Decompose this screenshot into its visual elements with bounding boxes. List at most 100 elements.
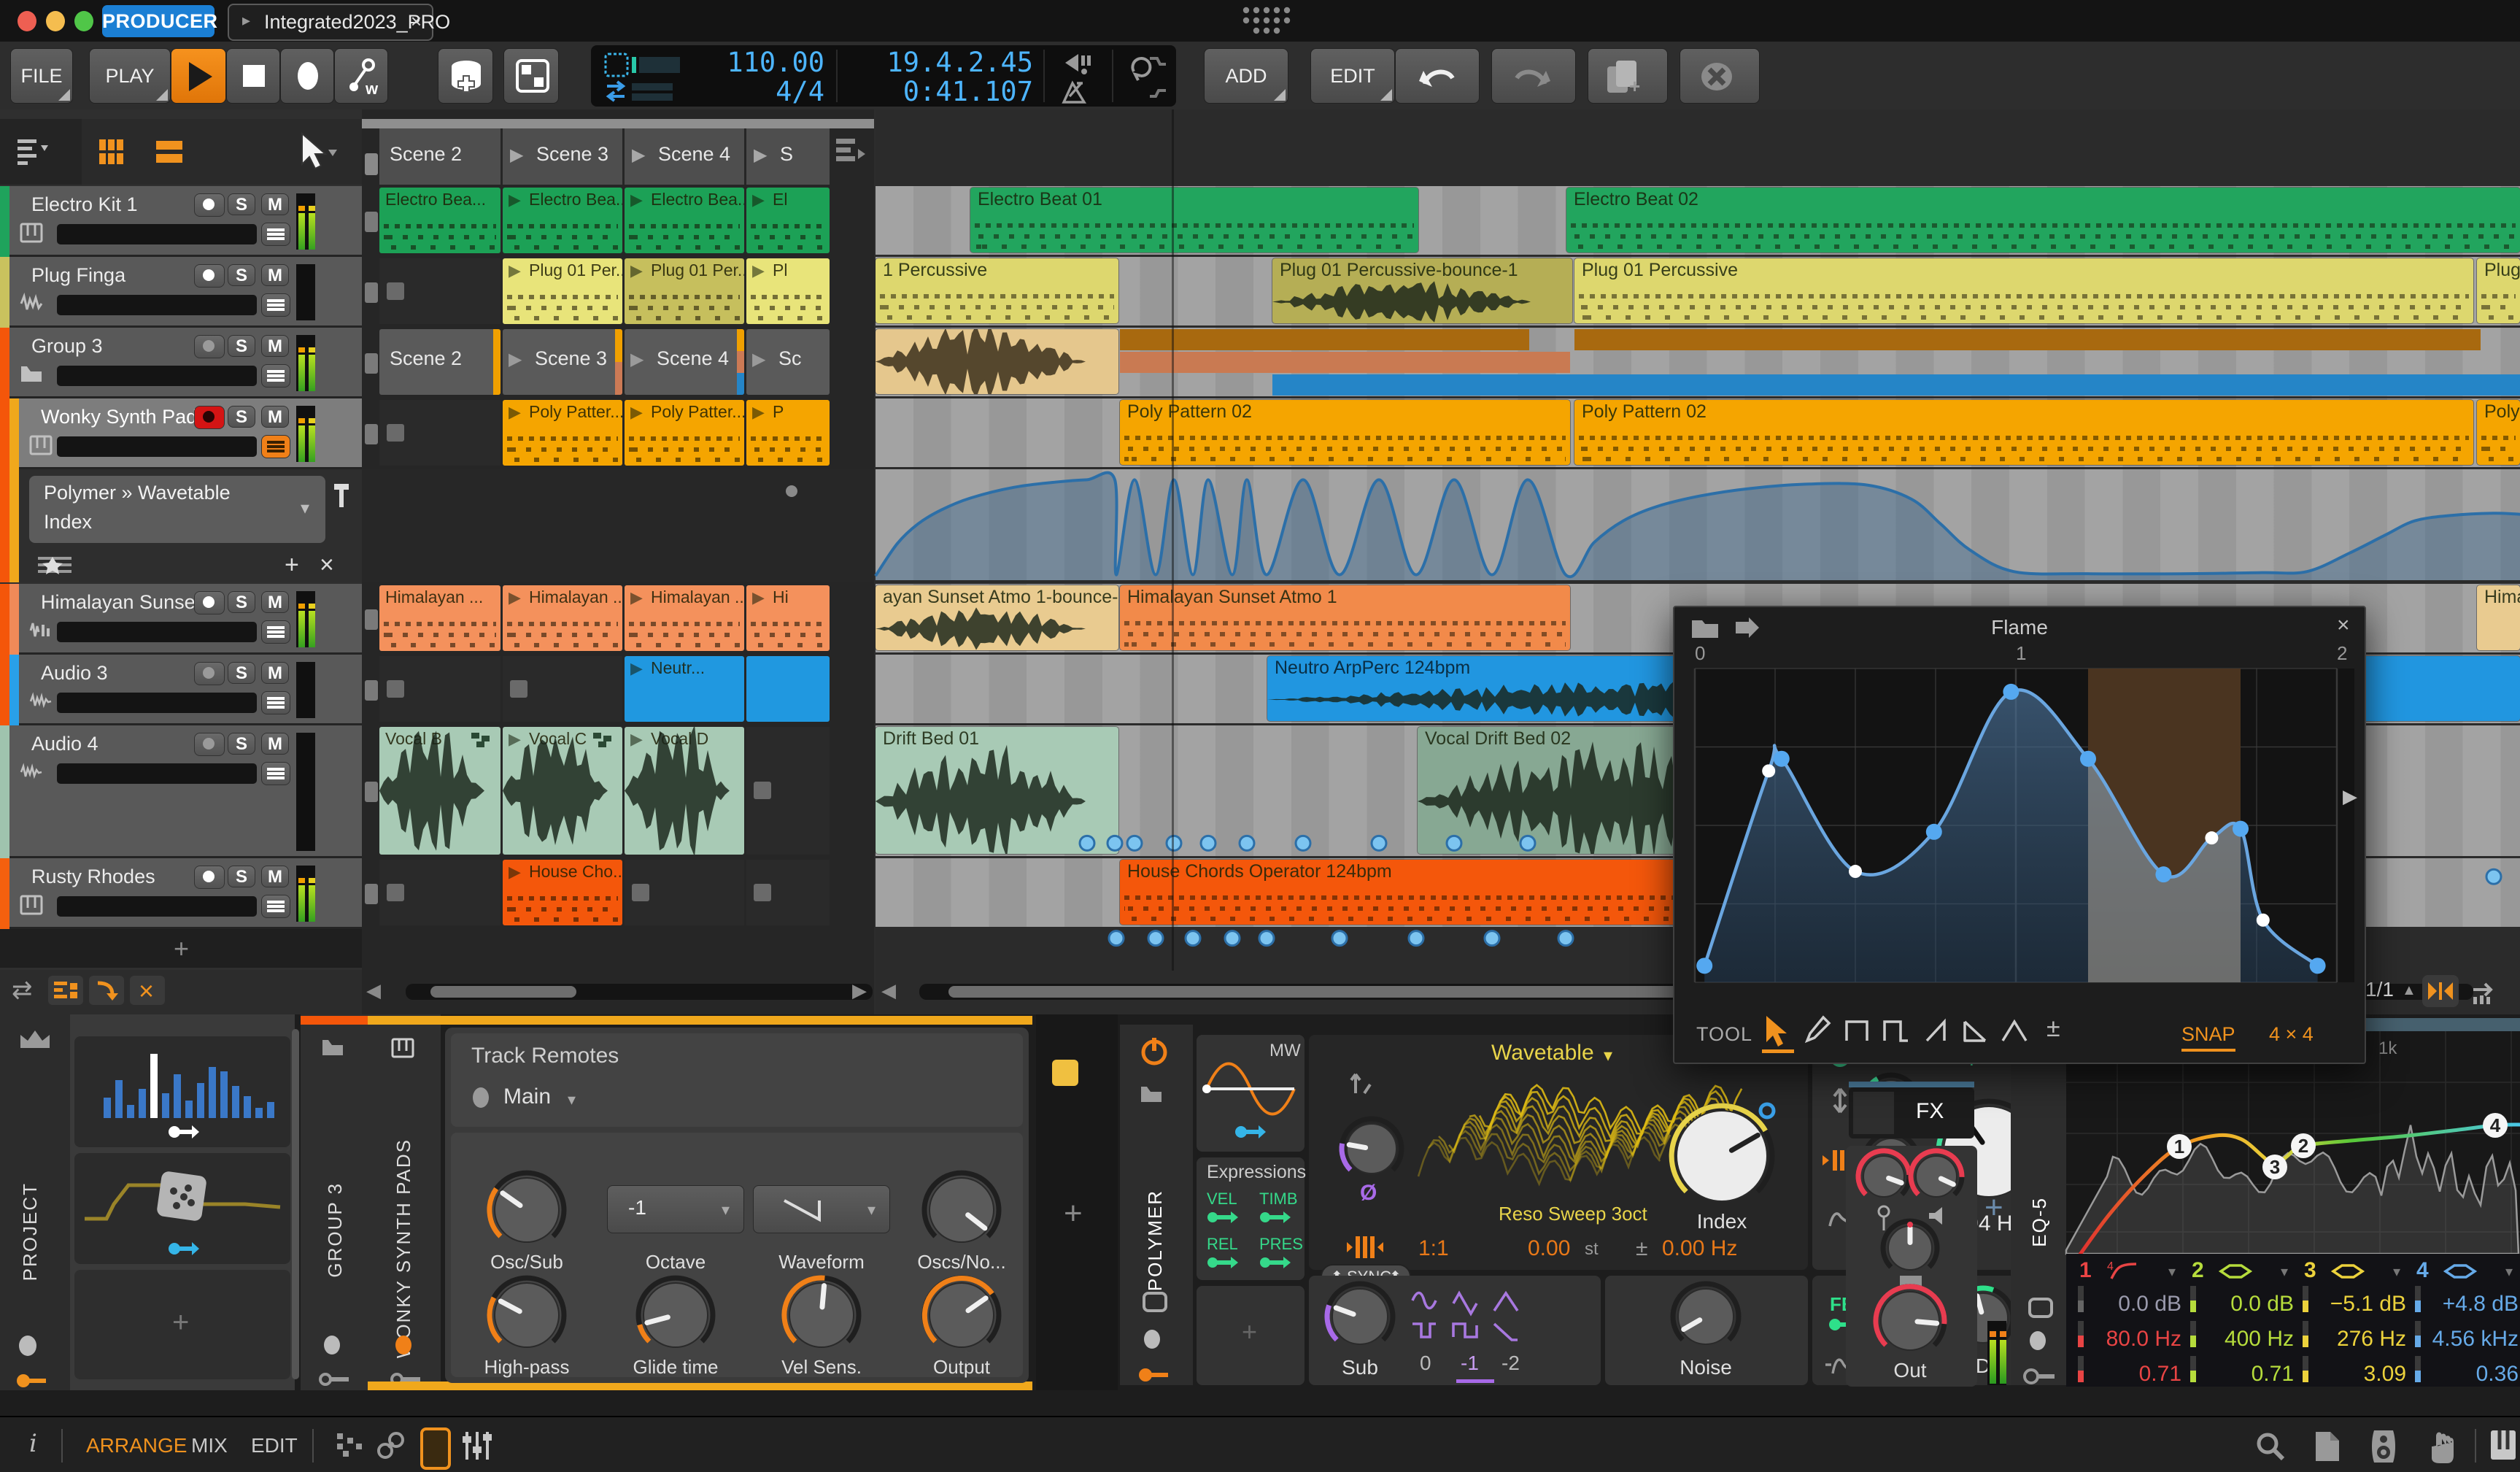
track-header-audio-3[interactable]: Audio 3 SM xyxy=(0,655,362,725)
clip-stop-button[interactable] xyxy=(365,679,378,701)
minimize-window-button[interactable] xyxy=(46,11,65,31)
track-list-menu-icon[interactable] xyxy=(18,138,50,166)
chevron-down-icon[interactable]: ▾ xyxy=(2505,1263,2513,1281)
polymer-mod-mw[interactable]: MW xyxy=(1197,1035,1305,1152)
clip-stop-button[interactable] xyxy=(365,782,378,802)
scene-play-icon[interactable]: ▶ xyxy=(632,144,645,166)
piano-keyboard-icon[interactable] xyxy=(2491,1430,2516,1461)
ramp-up-tool-icon[interactable] xyxy=(1925,1018,1952,1042)
wavetable-preset-name[interactable]: Reso Sweep 3oct xyxy=(1499,1203,1647,1225)
stop-button[interactable] xyxy=(226,48,280,104)
step-tool-icon[interactable] xyxy=(1883,1019,1909,1042)
arranger-clip-himalayan-sunset-atmo-1[interactable]: Himalayan Sunset Atmo 1 xyxy=(1120,585,1570,650)
clip-slot-electro-bea-[interactable]: Electro Bea... xyxy=(379,188,500,253)
clip-play-icon[interactable]: ▶ xyxy=(630,659,643,678)
record-button[interactable] xyxy=(280,48,334,104)
triangle-tool-icon[interactable] xyxy=(2001,1019,2028,1042)
automation-lanes-button[interactable] xyxy=(261,223,290,246)
vol-wheel-knob[interactable] xyxy=(1906,1146,1967,1207)
clip-slot-poly-patter-[interactable]: ▶ Poly Patter... xyxy=(503,400,622,466)
empty-clip-slot[interactable] xyxy=(379,860,500,925)
view-tab-mix[interactable]: MIX xyxy=(191,1417,228,1472)
chevron-down-icon[interactable]: ▾ xyxy=(2281,1263,2288,1281)
scene-play-icon[interactable]: ▶ xyxy=(630,349,643,370)
scene-header-3[interactable]: ▶ Scene 4 xyxy=(625,128,744,185)
phase-random-icon[interactable]: Ø xyxy=(1360,1181,1377,1206)
arranger-clip-electro-beat-02[interactable]: Electro Beat 02 xyxy=(1566,188,2520,253)
track-header-audio-4[interactable]: Audio 4 SM xyxy=(0,725,362,858)
scroll-left-icon[interactable]: ◀ xyxy=(366,979,381,1002)
mute-button[interactable]: M xyxy=(261,866,289,887)
song-position-value[interactable]: 19.4.2.45 xyxy=(846,47,1033,78)
clip-slot-vocal-d[interactable]: ▶Vocal D xyxy=(625,727,744,855)
flame-grid-setting[interactable]: 4 × 4 xyxy=(2269,1023,2314,1046)
band-q-value[interactable]: 0.71 xyxy=(2252,1362,2294,1387)
arranger-clip-poly-pattern-02[interactable]: Poly Pattern 02 xyxy=(1120,400,1570,465)
automation-lanes-button[interactable] xyxy=(261,691,290,714)
group-scene-cell[interactable]: ▶ Scene 3 xyxy=(503,329,622,395)
scene-play-icon[interactable]: ▶ xyxy=(754,144,767,166)
clip-play-icon[interactable]: ▶ xyxy=(752,588,765,607)
clip-slot-el[interactable]: ▶ El xyxy=(746,188,830,253)
band-freq-value[interactable]: 400 Hz xyxy=(2225,1327,2294,1352)
noise-knob[interactable] xyxy=(1668,1279,1744,1355)
solo-button[interactable]: S xyxy=(228,406,255,428)
add-track-button[interactable]: ADD xyxy=(1204,48,1288,104)
volume-fader[interactable] xyxy=(57,763,257,784)
track-header-plug-finga[interactable]: Plug Finga S M xyxy=(0,257,362,328)
mute-button[interactable]: M xyxy=(261,264,289,286)
browser-button[interactable] xyxy=(438,48,493,104)
undo-button[interactable] xyxy=(1395,48,1480,104)
clip-slot-electro-bea-[interactable]: ▶ Electro Bea... xyxy=(625,188,744,253)
ramp-down-tool-icon[interactable] xyxy=(1963,1019,1990,1042)
clip-slot-vocal-c[interactable]: ▶ Vocal C xyxy=(503,727,622,855)
file-menu-button[interactable]: FILE xyxy=(10,48,73,104)
polymer-wavetable-osc[interactable]: Wavetable ▾ Reso Sweep 3oct Ø Index 1:1 0.00 st… xyxy=(1309,1035,1808,1270)
clip-slot-hi[interactable]: ▶ Hi xyxy=(746,585,830,651)
volume-fader[interactable] xyxy=(57,224,257,244)
record-arm-button[interactable] xyxy=(194,866,225,889)
plusminus-tool-icon[interactable]: ± xyxy=(2046,1014,2060,1043)
grid-view-icon[interactable] xyxy=(99,139,125,164)
dual-view-icon[interactable] xyxy=(337,1433,363,1458)
clip-slot-p[interactable]: ▶ P xyxy=(746,400,830,466)
automation-write-button[interactable]: w xyxy=(334,48,388,104)
oscs-noise-knob[interactable] xyxy=(919,1168,1004,1252)
empty-clip-slot[interactable] xyxy=(746,727,830,855)
arranger-clip-ayan-sunset-atmo-1-bounce-1[interactable]: ayan Sunset Atmo 1-bounce-1 xyxy=(876,585,1118,650)
clip-slot-plug-01-per-[interactable]: ▶ Plug 01 Per... xyxy=(503,258,622,324)
arranger-automation-lane[interactable] xyxy=(874,469,2520,947)
band-freq-value[interactable]: 4.56 kHz xyxy=(2432,1327,2519,1352)
clip-slot-neutr-[interactable]: ▶ Neutr... xyxy=(625,656,744,722)
mute-button[interactable]: M xyxy=(261,335,289,357)
mute-button[interactable]: M xyxy=(261,193,289,215)
add-device-button[interactable]: + xyxy=(1064,1195,1083,1232)
band-q-value[interactable]: 3.09 xyxy=(2364,1362,2406,1387)
phase-knob[interactable] xyxy=(1337,1114,1407,1184)
osc-ratio-value[interactable]: 1:1 xyxy=(1418,1236,1449,1261)
pin-icon[interactable] xyxy=(330,482,356,515)
clip-play-icon[interactable]: ▶ xyxy=(509,588,521,607)
clip-slot-clip[interactable] xyxy=(746,656,830,722)
automation-lanes-button[interactable] xyxy=(261,364,290,388)
mute-button[interactable]: M xyxy=(261,733,289,755)
output-knob[interactable] xyxy=(919,1273,1004,1357)
sub-knob[interactable] xyxy=(1322,1279,1398,1355)
polymer-empty-slot[interactable]: + xyxy=(1197,1286,1305,1385)
redo-button[interactable] xyxy=(1491,48,1576,104)
lanes-view-icon[interactable] xyxy=(156,139,182,164)
clip-play-icon[interactable]: ▶ xyxy=(752,403,765,422)
play-button[interactable] xyxy=(171,48,226,104)
song-time-value[interactable]: 0:41.107 xyxy=(846,76,1033,107)
close-window-button[interactable] xyxy=(18,11,36,31)
project-tab[interactable]: ▸ Integrated2023_PRO × xyxy=(228,4,450,41)
group-scene-cell[interactable]: ▶ Sc xyxy=(746,329,830,395)
chevron-down-icon[interactable]: ▾ xyxy=(2393,1263,2400,1281)
scene-play-icon[interactable]: ▶ xyxy=(510,144,523,166)
record-arm-button[interactable] xyxy=(194,335,225,358)
clip-stop-button[interactable] xyxy=(365,423,378,444)
mouse-icon[interactable] xyxy=(18,1336,47,1357)
fx-device-header[interactable]: FX xyxy=(1849,1087,1974,1138)
automation-lanes-button[interactable] xyxy=(261,895,290,918)
arranger-clip-drift-bed-01[interactable]: Drift Bed 01 xyxy=(876,727,1118,854)
